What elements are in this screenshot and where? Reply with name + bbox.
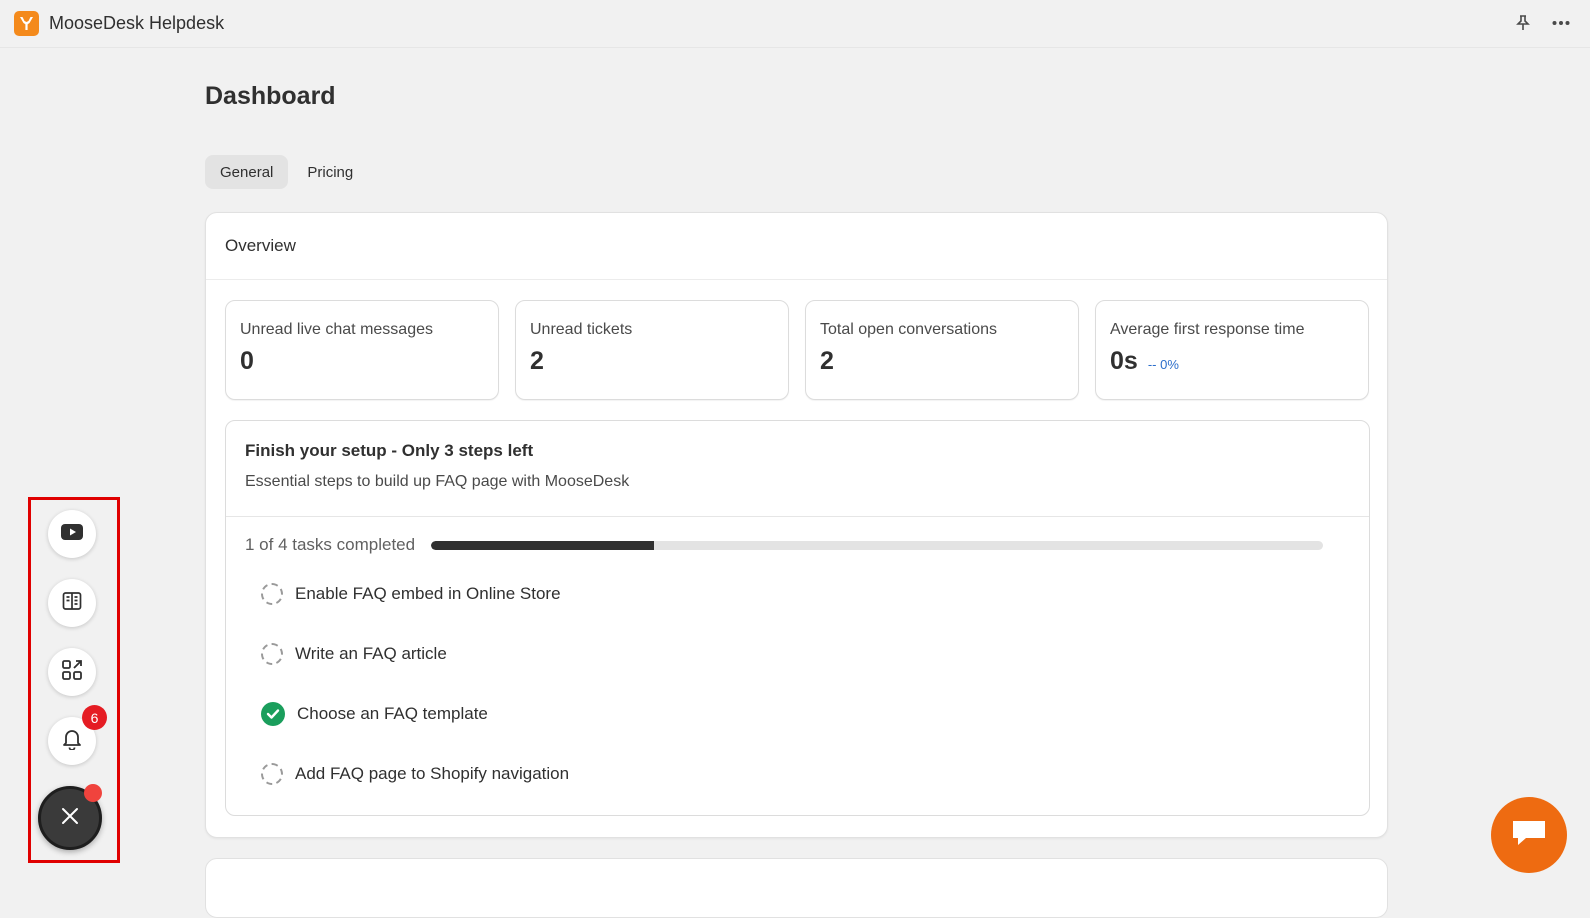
app-title: MooseDesk Helpdesk: [49, 13, 225, 33]
task-label: Choose an FAQ template: [297, 704, 488, 723]
task-choose-faq-template[interactable]: Choose an FAQ template: [261, 702, 488, 726]
bell-icon: [62, 728, 82, 755]
overview-title: Overview: [206, 213, 1387, 280]
moosedesk-logo-icon: [14, 11, 39, 36]
chat-launcher-button[interactable]: [1491, 797, 1567, 873]
setup-title: Finish your setup - Only 3 steps left: [245, 441, 534, 460]
chat-icon: [1510, 817, 1548, 854]
overview-card: Overview Unread live chat messages 0 Unr…: [205, 212, 1388, 838]
tab-general[interactable]: General: [205, 155, 289, 189]
task-label: Enable FAQ embed in Online Store: [295, 584, 561, 603]
header-actions: [1512, 12, 1572, 34]
app-header: MooseDesk Helpdesk: [0, 0, 1590, 48]
stat-value: 2: [820, 347, 834, 375]
secondary-card: [205, 858, 1388, 918]
stat-unread-tickets: Unread tickets 2: [515, 300, 789, 400]
stat-value: 0: [240, 347, 254, 375]
task-incomplete-icon: [261, 763, 283, 785]
stat-label: Unread live chat messages: [240, 321, 433, 338]
task-incomplete-icon: [261, 583, 283, 605]
page-title: Dashboard: [205, 82, 336, 110]
stat-label: Total open conversations: [820, 321, 997, 338]
pin-icon[interactable]: [1512, 12, 1534, 34]
stat-delta: -- 0%: [1147, 357, 1179, 372]
stat-label: Unread tickets: [530, 321, 633, 338]
stat-value: 0s: [1110, 347, 1138, 375]
stat-label: Average first response time: [1110, 321, 1305, 338]
task-enable-faq-embed[interactable]: Enable FAQ embed in Online Store: [261, 582, 561, 606]
stat-total-open-conversations: Total open conversations 2: [805, 300, 1079, 400]
task-label: Add FAQ page to Shopify navigation: [295, 764, 570, 783]
task-label: Write an FAQ article: [295, 644, 447, 663]
progress-bar: [431, 540, 1324, 550]
close-icon: [60, 806, 80, 831]
tab-pricing[interactable]: Pricing: [292, 155, 368, 189]
status-dot: [84, 784, 102, 802]
help-docs-button[interactable]: [48, 579, 96, 627]
apps-button[interactable]: [48, 648, 96, 696]
apps-icon: [61, 659, 83, 686]
check-circle-icon: [261, 702, 285, 726]
more-horizontal-icon[interactable]: [1550, 12, 1572, 34]
setup-subtitle: Essential steps to build up FAQ page wit…: [245, 473, 630, 490]
setup-header: Finish your setup - Only 3 steps left Es…: [226, 421, 1369, 517]
youtube-icon: [61, 523, 83, 545]
stat-value: 2: [530, 347, 544, 375]
floating-quick-menu: 6: [28, 497, 120, 863]
task-write-faq-article[interactable]: Write an FAQ article: [261, 642, 447, 666]
tab-bar: General Pricing: [205, 155, 368, 189]
progress-text: 1 of 4 tasks completed: [245, 535, 416, 554]
setup-progress: 1 of 4 tasks completed: [245, 535, 1324, 555]
task-add-faq-navigation[interactable]: Add FAQ page to Shopify navigation: [261, 762, 569, 786]
youtube-button[interactable]: [48, 510, 96, 558]
notification-count-badge: 6: [82, 705, 107, 730]
book-icon: [62, 591, 82, 616]
task-incomplete-icon: [261, 643, 283, 665]
stat-average-first-response: Average first response time 0s -- 0%: [1095, 300, 1369, 400]
stats-row: Unread live chat messages 0 Unread ticke…: [225, 300, 1369, 400]
progress-fill: [431, 540, 655, 550]
stat-unread-live-chat: Unread live chat messages 0: [225, 300, 499, 400]
setup-guide: Finish your setup - Only 3 steps left Es…: [225, 420, 1370, 816]
